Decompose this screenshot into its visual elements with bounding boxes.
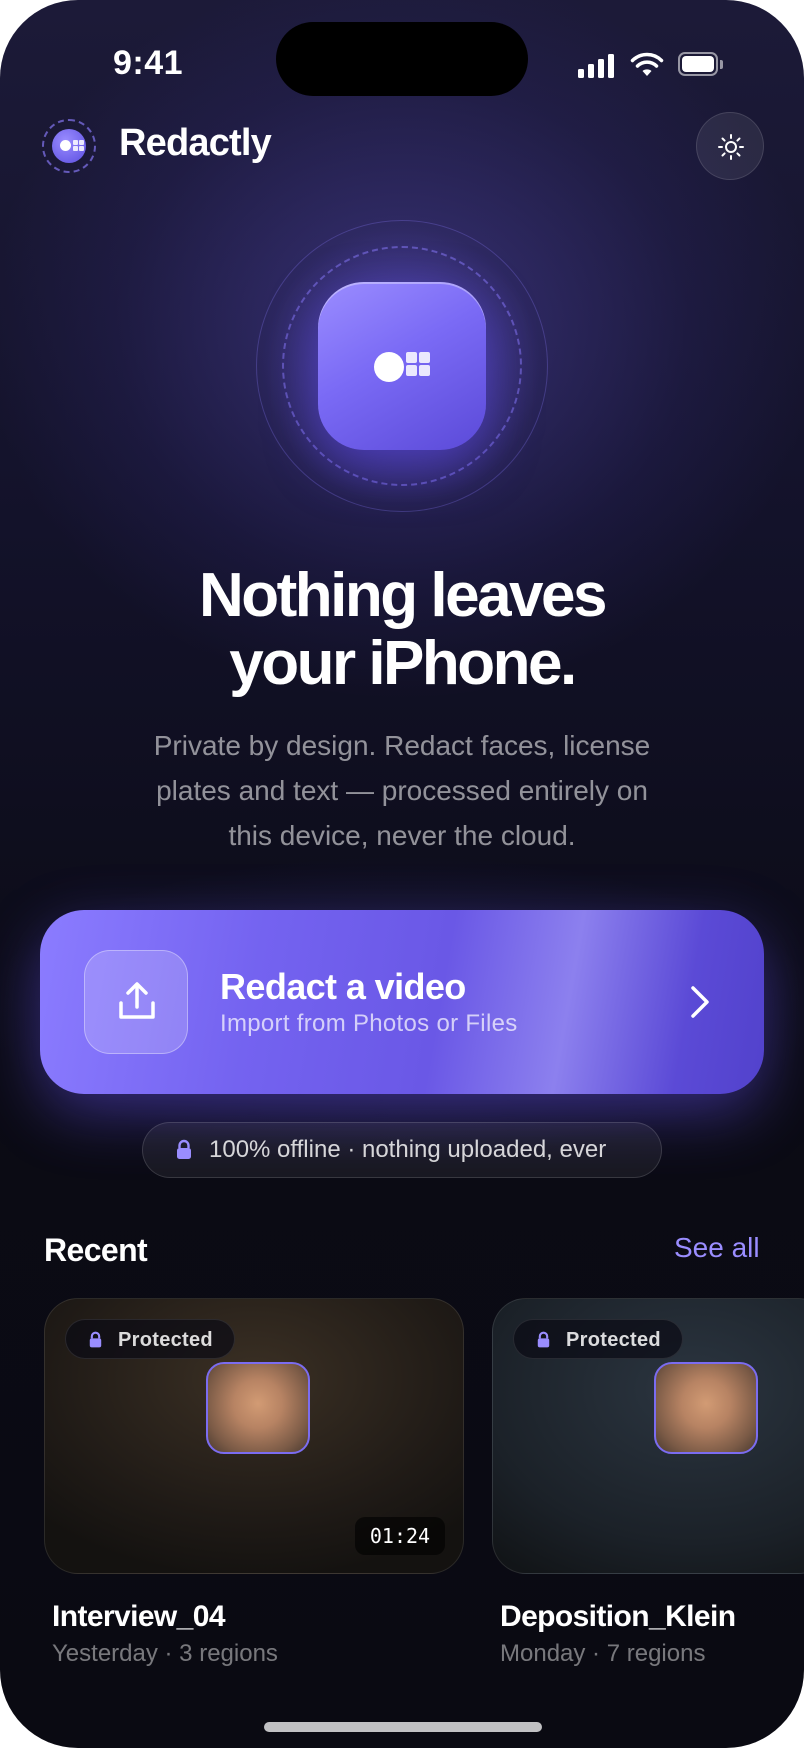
blurred-face-region <box>654 1362 758 1454</box>
protected-badge: Protected <box>513 1319 683 1359</box>
offline-badge-text: 100% offline · nothing uploaded, ever <box>209 1136 607 1163</box>
upload-icon-tile <box>84 950 188 1054</box>
protected-badge: Protected <box>65 1319 235 1359</box>
app-logo-icon <box>318 282 486 450</box>
battery-icon <box>678 52 724 78</box>
cta-title: Redact a video <box>220 966 466 1007</box>
recent-section-title: Recent <box>44 1232 148 1268</box>
redactly-logo-icon <box>42 119 96 173</box>
redact-video-button[interactable]: Redact a video Import from Photos or Fil… <box>40 910 764 1094</box>
theme-toggle-button[interactable] <box>696 112 764 180</box>
cta-subtitle: Import from Photos or Files <box>220 1010 518 1037</box>
blurred-face-region <box>206 1362 310 1454</box>
hero-headline-line2: your iPhone. <box>229 629 577 698</box>
recent-video-card[interactable]: Protected 01:24 <box>44 1298 464 1574</box>
upload-icon <box>119 982 155 1019</box>
video-title[interactable]: Deposition_Klein <box>500 1600 736 1634</box>
lock-icon <box>89 1331 102 1348</box>
video-meta: Yesterday · 3 regions <box>52 1640 278 1667</box>
hero-subtext-line2: plates and text — processed entirely on <box>156 775 648 806</box>
home-indicator[interactable] <box>264 1722 542 1732</box>
status-time: 9:41 <box>113 44 184 82</box>
hero-headline-line1: Nothing leaves <box>199 561 608 630</box>
offline-badge: 100% offline · nothing uploaded, ever <box>142 1122 662 1178</box>
hero-subtext-line3: this device, never the cloud. <box>228 820 576 851</box>
lock-icon <box>177 1139 191 1159</box>
video-meta: Monday · 7 regions <box>500 1640 706 1667</box>
sun-icon <box>718 134 744 160</box>
phone-screen: 9:41 Redactly Nothing leaves your iPhone… <box>0 0 804 1748</box>
cellular-signal-icon <box>578 54 614 78</box>
wifi-icon <box>630 52 664 76</box>
chevron-right-icon <box>691 986 709 1018</box>
protected-badge-label: Protected <box>566 1329 661 1351</box>
app-brand-title: Redactly <box>119 122 272 164</box>
protected-badge-label: Protected <box>118 1329 213 1351</box>
recent-video-card[interactable]: Protected <box>492 1298 804 1574</box>
lock-icon <box>537 1331 550 1348</box>
hero-subtext-line1: Private by design. Redact faces, license <box>153 730 651 761</box>
video-duration: 01:24 <box>355 1517 445 1555</box>
video-title[interactable]: Interview_04 <box>52 1600 226 1634</box>
dynamic-island <box>276 22 528 96</box>
see-all-link[interactable]: See all <box>674 1232 760 1264</box>
